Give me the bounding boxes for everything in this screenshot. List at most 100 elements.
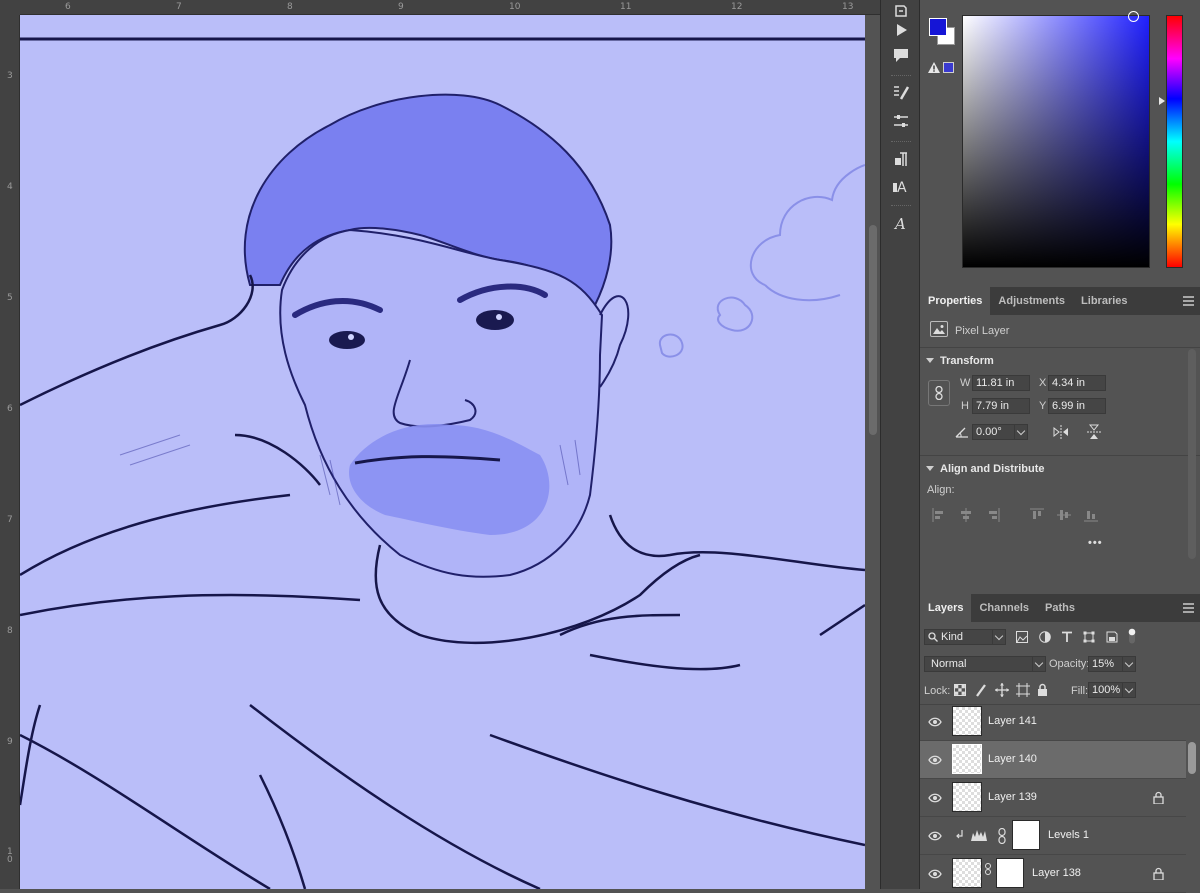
align-section-header[interactable]: Align and Distribute — [926, 463, 1045, 475]
ruler-tick: 6 — [7, 404, 13, 414]
ruler-vertical[interactable]: 3 4 5 6 7 8 9 10 — [0, 15, 20, 889]
scrollbar-thumb[interactable] — [869, 225, 877, 435]
divider — [920, 347, 1200, 348]
align-bottom-icon[interactable] — [1084, 508, 1098, 522]
glyphs-icon[interactable]: A — [889, 212, 913, 234]
warning-icon[interactable] — [928, 62, 940, 73]
layer-row[interactable]: Levels 1 — [920, 817, 1186, 855]
artwork-illustration — [20, 37, 865, 889]
tab-layers[interactable]: Layers — [920, 594, 972, 622]
lock-label: Lock: — [924, 685, 951, 697]
separator — [891, 205, 911, 207]
saturation-value-field[interactable] — [962, 15, 1150, 268]
flip-vertical-icon[interactable] — [1087, 424, 1101, 440]
ruler-tick: 12 — [731, 2, 743, 12]
lock-artboard-icon[interactable] — [1016, 683, 1030, 697]
foreground-color-swatch[interactable] — [929, 18, 947, 36]
layer-row[interactable]: Layer 138 — [920, 855, 1186, 893]
canvas-vertical-scrollbar[interactable] — [866, 15, 880, 889]
tab-libraries[interactable]: Libraries — [1073, 287, 1135, 315]
clipping-mask-arrow-icon — [956, 830, 963, 839]
ruler-horizontal[interactable]: 6 7 8 9 10 11 12 13 — [20, 0, 880, 15]
svg-text:A: A — [897, 180, 907, 195]
play-icon[interactable] — [889, 19, 913, 41]
x-position-field[interactable]: 4.34 in — [1048, 375, 1106, 391]
align-horizontal-center-icon[interactable] — [959, 508, 973, 522]
visibility-eye-icon[interactable] — [928, 829, 942, 843]
flip-horizontal-icon[interactable] — [1053, 425, 1069, 439]
ruler-tick: 8 — [287, 2, 293, 12]
y-position-field[interactable]: 6.99 in — [1048, 398, 1106, 414]
ruler-tick: 10 — [509, 2, 521, 12]
chevron-down-icon[interactable] — [1122, 682, 1136, 698]
panel-menu-icon[interactable] — [1183, 603, 1194, 613]
layer-row-selected[interactable]: Layer 140 — [920, 741, 1186, 779]
align-right-icon[interactable] — [986, 508, 1000, 522]
blend-mode-select[interactable]: Normal — [924, 656, 1046, 672]
layer-name[interactable]: Layer 141 — [988, 715, 1037, 727]
transform-section-header[interactable]: Transform — [926, 355, 994, 367]
layer-row[interactable]: Layer 139 — [920, 779, 1186, 817]
layers-scrollbar[interactable] — [1188, 742, 1196, 774]
visibility-eye-icon[interactable] — [928, 867, 942, 881]
tab-adjustments[interactable]: Adjustments — [990, 287, 1073, 315]
y-label: Y — [1039, 400, 1047, 412]
lock-position-icon[interactable] — [995, 683, 1009, 697]
lock-icon — [1153, 791, 1164, 804]
separator — [891, 141, 911, 143]
chevron-down-icon[interactable] — [1014, 424, 1028, 440]
link-icon[interactable] — [984, 863, 992, 875]
properties-scrollbar[interactable] — [1188, 349, 1196, 559]
align-vertical-center-icon[interactable] — [1057, 508, 1071, 522]
layer-name[interactable]: Levels 1 — [1048, 829, 1089, 841]
filter-toggle-icon[interactable] — [1127, 628, 1137, 644]
more-options-button[interactable]: ••• — [1088, 537, 1103, 549]
filter-smart-object-icon[interactable] — [1106, 631, 1118, 643]
filter-adjustment-icon[interactable] — [1039, 631, 1051, 643]
link-icon[interactable] — [928, 380, 950, 406]
chevron-down-icon[interactable] — [992, 629, 1006, 645]
visibility-eye-icon[interactable] — [928, 791, 942, 805]
tab-properties[interactable]: Properties — [920, 287, 991, 315]
layer-thumbnail — [952, 706, 982, 736]
layer-name[interactable]: Layer 138 — [1032, 867, 1081, 879]
tab-paths[interactable]: Paths — [1037, 594, 1083, 622]
hue-slider[interactable] — [1166, 15, 1183, 268]
layer-mask-thumbnail[interactable] — [996, 858, 1024, 888]
align-left-icon[interactable] — [932, 508, 946, 522]
document-canvas[interactable] — [20, 15, 865, 889]
color-picker-cursor[interactable] — [1128, 11, 1139, 22]
layer-mask-thumbnail[interactable] — [1012, 820, 1040, 850]
visibility-eye-icon[interactable] — [928, 715, 942, 729]
tab-channels[interactable]: Channels — [971, 594, 1037, 622]
layer-name[interactable]: Layer 140 — [988, 753, 1037, 765]
ruler-tick: 10 — [7, 847, 13, 865]
visibility-eye-icon[interactable] — [928, 753, 942, 767]
lock-all-icon[interactable] — [1037, 683, 1048, 696]
filter-type-icon[interactable] — [1061, 631, 1073, 643]
layer-row[interactable]: Layer 141 — [920, 703, 1186, 741]
fill-label: Fill: — [1071, 685, 1089, 697]
layer-name[interactable]: Layer 139 — [988, 791, 1037, 803]
link-icon[interactable] — [997, 828, 1007, 844]
panel-menu-icon[interactable] — [1183, 296, 1194, 306]
brush-presets-icon[interactable] — [889, 82, 913, 104]
filter-shape-icon[interactable] — [1083, 631, 1095, 643]
align-top-icon[interactable] — [1030, 508, 1044, 522]
hue-slider-pointer[interactable] — [1159, 97, 1165, 105]
chevron-down-icon[interactable] — [1122, 656, 1136, 672]
height-field[interactable]: 7.79 in — [972, 398, 1030, 414]
ruler-tick: 3 — [7, 71, 13, 81]
svg-text:A: A — [893, 215, 906, 232]
paragraph-icon[interactable] — [889, 148, 913, 170]
lock-image-pixels-icon[interactable] — [975, 683, 987, 697]
character-icon[interactable]: A — [889, 175, 913, 197]
width-field[interactable]: 11.81 in — [972, 375, 1030, 391]
chevron-down-icon[interactable] — [1032, 656, 1046, 672]
ruler-tick: 5 — [7, 293, 13, 303]
comment-icon[interactable] — [889, 44, 913, 66]
web-safe-color-swatch[interactable] — [943, 62, 954, 73]
lock-transparent-pixels-icon[interactable] — [954, 684, 966, 696]
sliders-icon[interactable] — [889, 110, 913, 132]
filter-pixel-icon[interactable] — [1016, 631, 1028, 643]
